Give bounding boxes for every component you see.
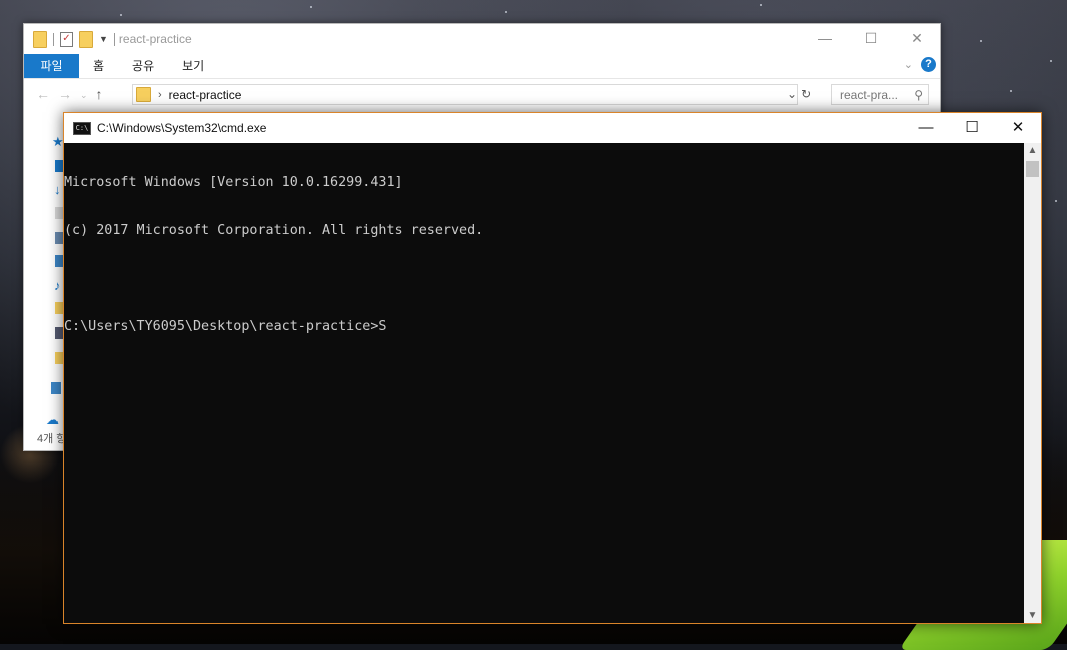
maximize-icon[interactable]: ☐ [848, 24, 894, 54]
star [505, 11, 507, 13]
scroll-up-icon[interactable]: ▲ [1024, 145, 1041, 156]
folder-icon [33, 30, 47, 48]
toolbar-divider [113, 32, 115, 46]
address-bar-row: ← → ⌄ ↑ › react-practice ⌄ ↻ react-pra..… [24, 79, 940, 111]
help-icon[interactable]: ? [921, 57, 936, 72]
vertical-scrollbar[interactable]: ▲ ▼ [1024, 143, 1041, 623]
cmd-window[interactable]: C:\ C:\Windows\System32\cmd.exe — ☐ ✕ Mi… [63, 112, 1042, 624]
status-item-count: 4개 항 [37, 433, 67, 445]
close-icon[interactable]: ✕ [894, 24, 940, 54]
window-title: react-practice [118, 32, 192, 46]
search-input[interactable]: react-pra... [840, 88, 898, 102]
recent-locations-icon[interactable]: ⌄ [80, 86, 88, 104]
search-box[interactable]: react-pra... ⚲ [831, 84, 929, 105]
breadcrumb-chevron-icon[interactable]: › [158, 89, 162, 101]
properties-icon[interactable]: ✓ [60, 31, 73, 47]
address-dropdown-icon[interactable]: ⌄ [787, 84, 797, 105]
minimize-icon[interactable]: — [903, 113, 949, 143]
close-icon[interactable]: ✕ [995, 113, 1041, 143]
maximize-icon[interactable]: ☐ [949, 113, 995, 143]
console-line: Microsoft Windows [Version 10.0.16299.43… [64, 175, 403, 190]
navigation-pane: ★ ↓ ♪ ☁ [24, 112, 66, 452]
pc-icon[interactable] [51, 382, 61, 394]
address-bar[interactable]: › react-practice [132, 84, 798, 105]
cmd-window-title: C:\Windows\System32\cmd.exe [97, 121, 267, 135]
star [1010, 90, 1012, 92]
forward-arrow-icon[interactable]: → [58, 86, 72, 104]
star [120, 14, 122, 16]
search-icon: ⚲ [914, 87, 923, 102]
up-arrow-icon[interactable]: ↑ [96, 86, 103, 104]
scroll-down-icon[interactable]: ▼ [1024, 610, 1041, 621]
ribbon-tabs: 파일 홈 공유 보기 ⌄ ? [24, 54, 940, 79]
tab-share[interactable]: 공유 [118, 54, 168, 78]
console-output[interactable]: Microsoft Windows [Version 10.0.16299.43… [64, 143, 1024, 623]
customize-toolbar-icon[interactable]: ▼ [99, 34, 108, 44]
tab-file[interactable]: 파일 [24, 54, 79, 78]
tab-view[interactable]: 보기 [168, 54, 218, 78]
minimize-icon[interactable]: — [802, 24, 848, 54]
tab-home[interactable]: 홈 [79, 54, 118, 78]
quick-access-star-icon[interactable]: ★ [52, 134, 64, 149]
toolbar-divider [53, 32, 54, 46]
star [1050, 60, 1052, 62]
address-controls: ⌄ ↻ [787, 84, 811, 105]
refresh-icon[interactable]: ↻ [801, 84, 811, 105]
star [310, 6, 312, 8]
navigation-buttons: ← → ⌄ ↑ [24, 86, 103, 104]
console-line: (c) 2017 Microsoft Corporation. All righ… [64, 223, 484, 238]
new-folder-icon[interactable] [79, 30, 93, 48]
onedrive-icon[interactable]: ☁ [46, 412, 59, 427]
ribbon-right-controls: ⌄ ? [904, 57, 936, 72]
scroll-thumb[interactable] [1026, 161, 1039, 177]
window-controls: — ☐ ✕ [802, 24, 940, 54]
back-arrow-icon[interactable]: ← [36, 86, 50, 104]
star [1055, 200, 1057, 202]
folder-icon [136, 87, 151, 102]
star [980, 40, 982, 42]
console-prompt-line[interactable]: C:\Users\TY6095\Desktop\react-practice>S [64, 319, 1024, 335]
cmd-window-controls: — ☐ ✕ [903, 113, 1041, 143]
quick-access-toolbar: ✓ ▼ [24, 30, 115, 48]
star [760, 4, 762, 6]
breadcrumb-item[interactable]: react-practice [169, 88, 242, 102]
cmd-icon: C:\ [73, 121, 91, 135]
explorer-title-bar[interactable]: ✓ ▼ react-practice — ☐ ✕ [24, 24, 940, 54]
expand-ribbon-icon[interactable]: ⌄ [904, 58, 913, 71]
cmd-title-bar[interactable]: C:\ C:\Windows\System32\cmd.exe — ☐ ✕ [64, 113, 1041, 143]
